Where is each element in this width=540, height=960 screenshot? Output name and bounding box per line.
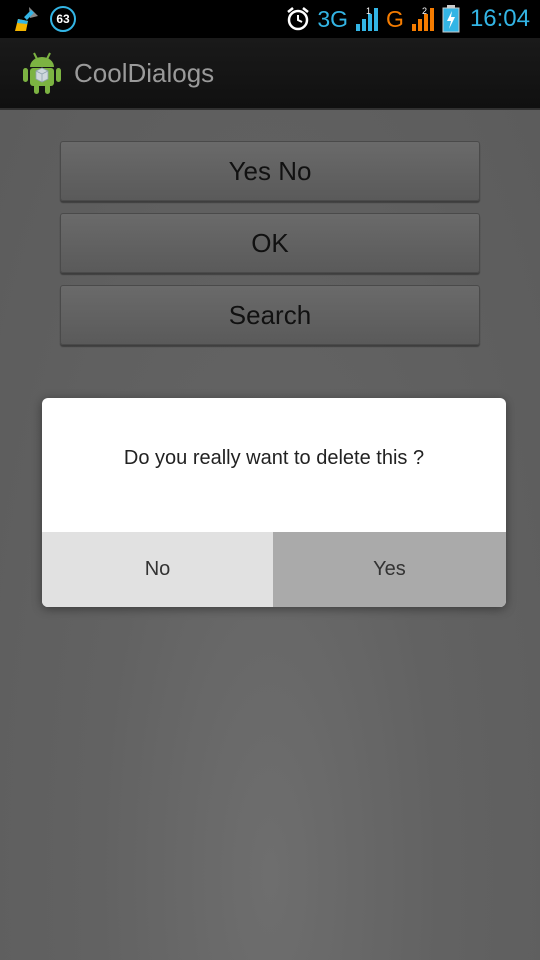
status-clock: 16:04 bbox=[469, 5, 530, 32]
signal-strength-sim1-icon: 1 bbox=[356, 6, 379, 31]
search-button[interactable]: Search bbox=[60, 285, 480, 345]
network-type-sim1: 3G bbox=[317, 5, 349, 32]
status-bar: 63 3G 1 G 2 16:04 bbox=[0, 0, 540, 38]
yes-no-button[interactable]: Yes No bbox=[60, 141, 480, 201]
network-type-sim2: G bbox=[386, 5, 404, 32]
android-app-icon[interactable] bbox=[22, 51, 62, 95]
alarm-clock-icon bbox=[287, 7, 310, 31]
dialog-yes-button[interactable]: Yes bbox=[273, 532, 506, 607]
dialog-message: Do you really want to delete this ? bbox=[123, 446, 425, 469]
notification-count-badge: 63 bbox=[50, 6, 76, 32]
confirm-dialog: Do you really want to delete this ? No Y… bbox=[42, 398, 506, 607]
sim2-label: 2 bbox=[422, 6, 427, 16]
battery-charging-icon bbox=[442, 5, 460, 33]
action-bar: CoolDialogs bbox=[0, 38, 540, 110]
app-title: CoolDialogs bbox=[74, 57, 215, 88]
status-icons: 3G 1 G 2 16:04 bbox=[285, 4, 530, 34]
sim1-label: 1 bbox=[366, 6, 371, 16]
cleaner-broom-icon bbox=[15, 7, 38, 31]
notification-area[interactable]: 63 bbox=[12, 5, 76, 33]
ok-button[interactable]: OK bbox=[60, 213, 480, 273]
dialog-no-button[interactable]: No bbox=[42, 532, 273, 607]
signal-strength-sim2-icon: 2 bbox=[411, 6, 434, 31]
